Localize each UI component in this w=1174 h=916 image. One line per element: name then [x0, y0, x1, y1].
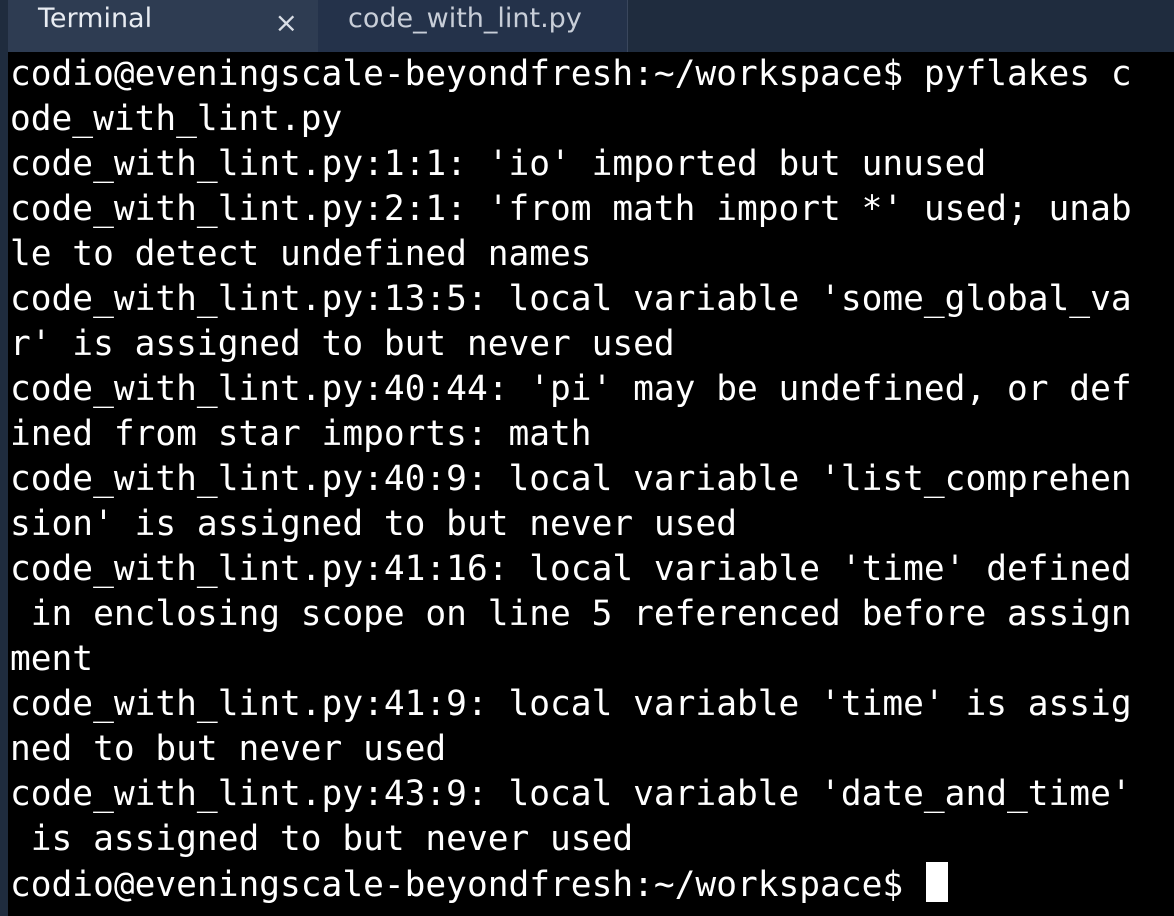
window-left-border: [0, 0, 8, 916]
terminal-line: r' is assigned to but never used: [10, 324, 675, 364]
terminal-output[interactable]: codio@eveningscale-beyondfresh:~/workspa…: [10, 52, 1174, 916]
terminal-line: code_with_lint.py:1:1: 'io' imported but…: [10, 144, 987, 184]
terminal-line: code_with_lint.py:41:9: local variable '…: [10, 684, 1132, 724]
terminal-line: ment: [10, 639, 94, 679]
terminal-line: code_with_lint.py:40:44: 'pi' may be und…: [10, 369, 1132, 409]
terminal-cursor[interactable]: [925, 862, 948, 902]
terminal-line: code_with_lint.py:13:5: local variable '…: [10, 279, 1132, 319]
terminal-line: ined from star imports: math: [10, 414, 592, 454]
terminal-prompt-line[interactable]: codio@eveningscale-beyondfresh:~/workspa…: [10, 862, 1174, 907]
close-icon[interactable]: ×: [275, 6, 298, 39]
tab-code-with-lint[interactable]: code_with_lint.py: [318, 0, 628, 52]
terminal-line: ode_with_lint.py: [10, 99, 343, 139]
tab-terminal-label: Terminal: [38, 2, 153, 34]
terminal-line: in enclosing scope on line 5 referenced …: [10, 594, 1132, 634]
tab-terminal[interactable]: Terminal ×: [8, 0, 318, 52]
terminal-line: code_with_lint.py:41:16: local variable …: [10, 549, 1132, 589]
terminal-line: code_with_lint.py:43:9: local variable '…: [10, 774, 1132, 814]
tab-code-with-lint-label: code_with_lint.py: [348, 2, 582, 34]
terminal-line: is assigned to but never used: [10, 819, 634, 859]
terminal-line: code_with_lint.py:2:1: 'from math import…: [10, 189, 1132, 229]
tab-bar: Terminal × code_with_lint.py: [8, 0, 1174, 52]
terminal-line: sion' is assigned to but never used: [10, 504, 737, 544]
terminal-line: codio@eveningscale-beyondfresh:~/workspa…: [10, 54, 1132, 94]
terminal-prompt: codio@eveningscale-beyondfresh:~/workspa…: [10, 865, 924, 905]
terminal-line: ned to but never used: [10, 729, 447, 769]
terminal-line: le to detect undefined names: [10, 234, 592, 274]
terminal-line: code_with_lint.py:40:9: local variable '…: [10, 459, 1132, 499]
